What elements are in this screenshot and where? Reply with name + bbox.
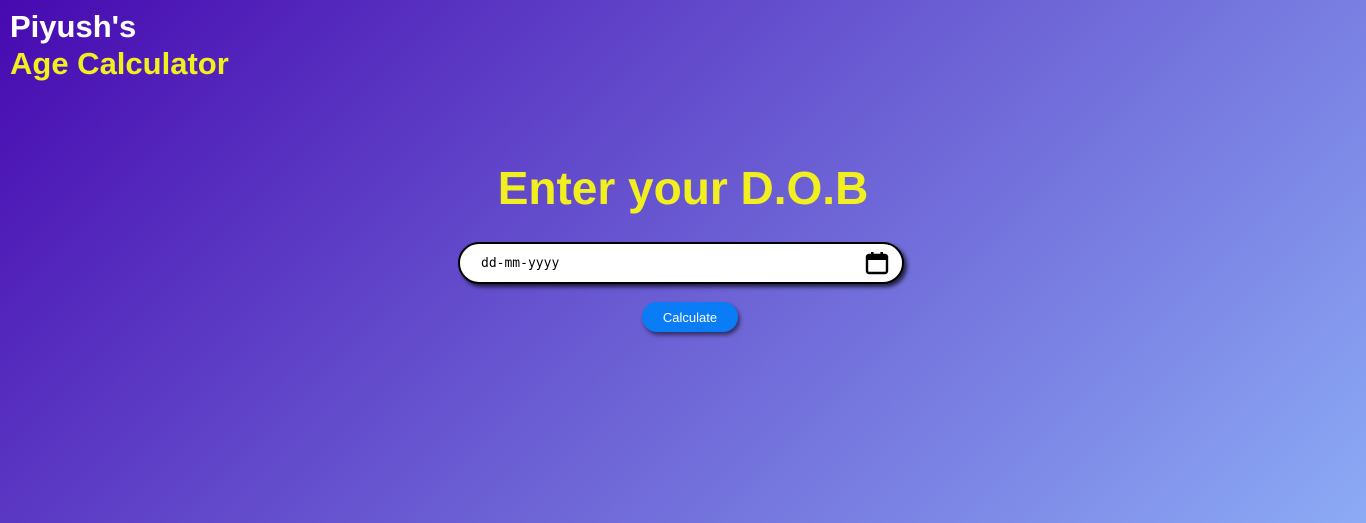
brand-app-name: Age Calculator — [10, 46, 229, 81]
calculate-button[interactable]: Calculate — [642, 302, 738, 332]
brand-owner: Piyush's — [10, 9, 137, 44]
calendar-icon[interactable] — [864, 250, 890, 276]
page-heading: Enter your D.O.B — [497, 162, 869, 214]
dob-field[interactable] — [458, 242, 904, 284]
dob-input[interactable] — [481, 255, 821, 271]
site-brand: Piyush's Age Calculator — [10, 8, 229, 82]
